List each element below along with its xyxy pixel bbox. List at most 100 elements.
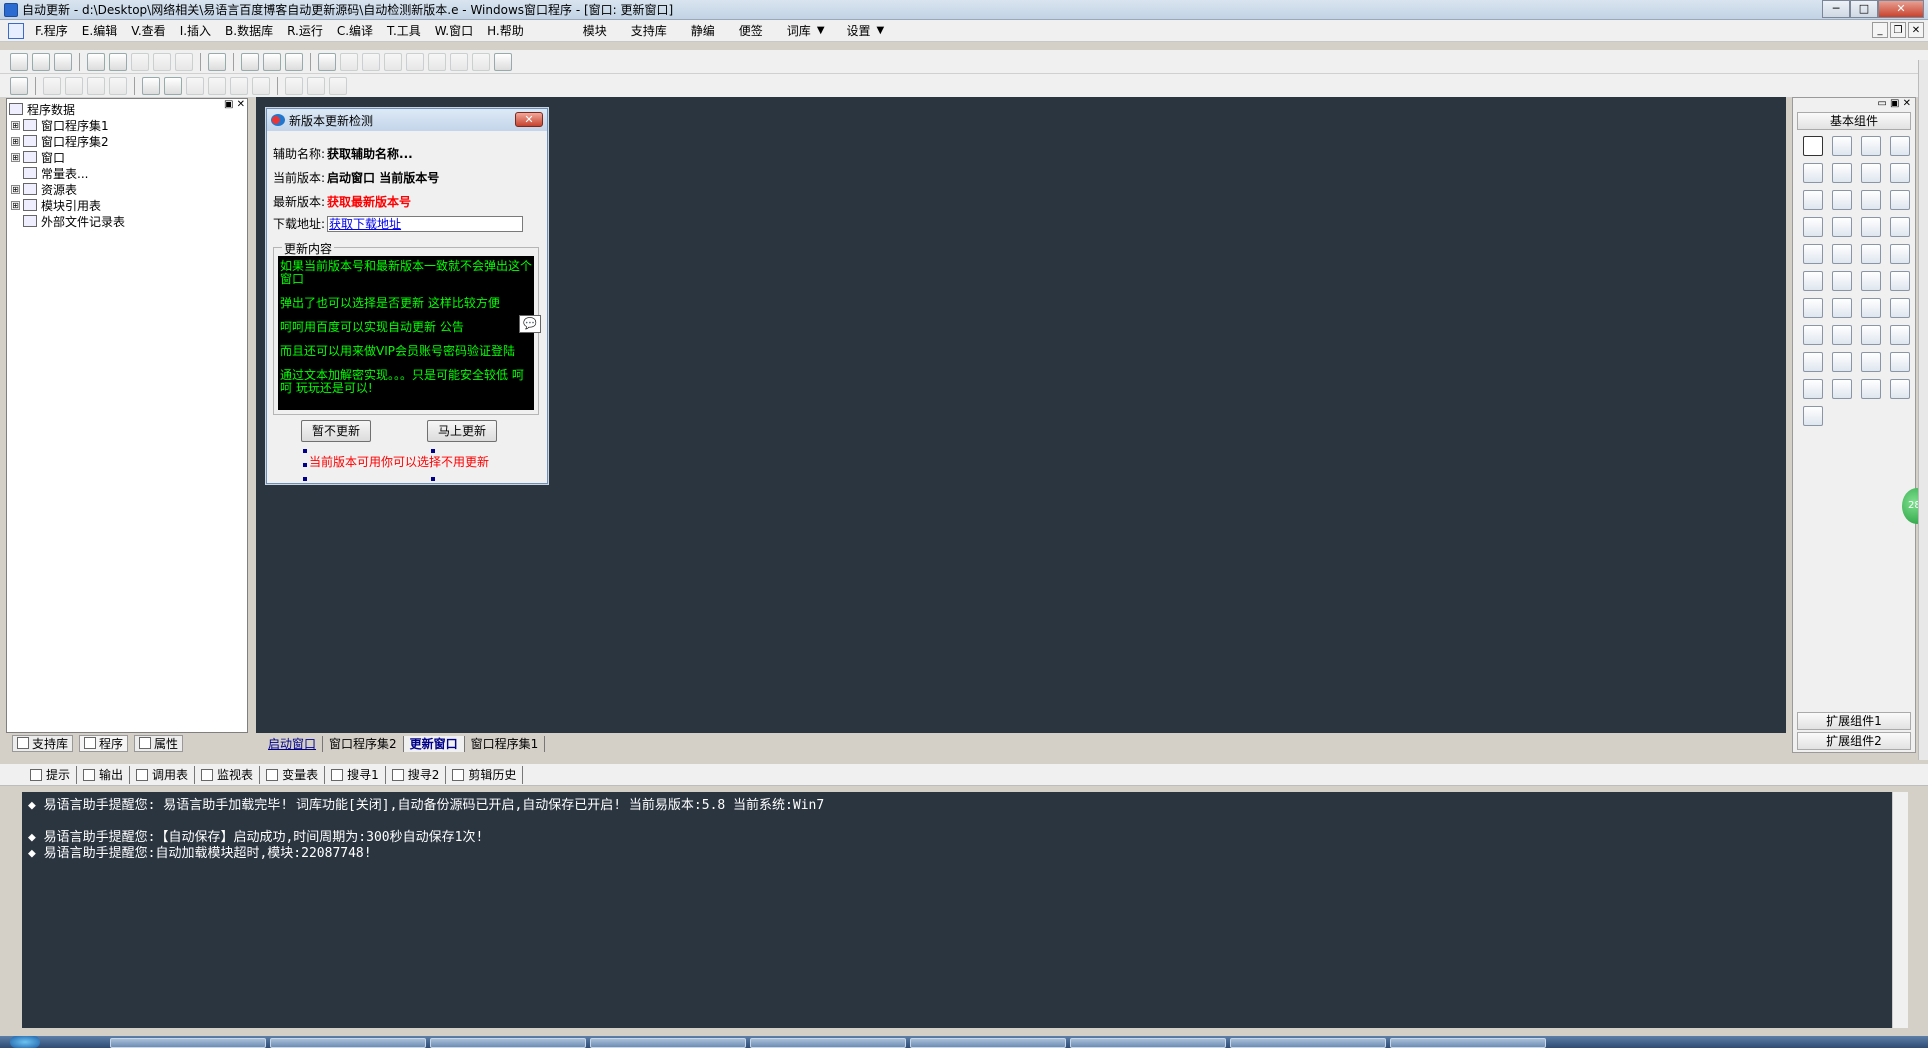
expand-icon[interactable]: ⊞ <box>11 200 20 210</box>
menu-help[interactable]: H.帮助 <box>480 22 531 39</box>
menu-insert[interactable]: I.插入 <box>173 22 218 39</box>
tree-view-icon[interactable] <box>1803 379 1823 399</box>
dialog-close-button[interactable]: ✕ <box>515 112 543 127</box>
panel-controls[interactable]: ▭ ▣ ✕ <box>1793 98 1915 112</box>
table-icon[interactable] <box>1803 271 1823 291</box>
chart-icon[interactable] <box>1861 379 1881 399</box>
combo-box-icon[interactable] <box>1890 190 1910 210</box>
tree-node-external-files[interactable]: 外部文件记录表 <box>23 213 125 229</box>
current-version-value[interactable]: 启动窗口 当前版本号 <box>327 169 439 186</box>
odbc-icon[interactable] <box>1890 379 1910 399</box>
taskbar-item[interactable] <box>270 1038 426 1048</box>
panel-icon[interactable] <box>1890 298 1910 318</box>
expand-icon[interactable]: ⊞ <box>11 184 20 194</box>
hand-icon[interactable] <box>472 52 490 71</box>
taskbar-item[interactable] <box>1390 1038 1546 1048</box>
shape-icon[interactable] <box>1890 136 1910 156</box>
pointer-icon[interactable] <box>1803 136 1823 156</box>
start-button[interactable] <box>10 1036 40 1048</box>
helper-icon[interactable] <box>494 52 512 71</box>
folder-icon[interactable] <box>1861 271 1881 291</box>
latest-version-value[interactable]: 获取最新版本号 <box>327 193 411 210</box>
mdi-minimize-button[interactable]: _ <box>1872 22 1888 38</box>
menu-module[interactable]: 模块 <box>571 22 619 39</box>
menu-window[interactable]: W.窗口 <box>428 22 480 39</box>
same-size-icon[interactable] <box>285 76 303 95</box>
new-file-icon[interactable] <box>10 52 28 71</box>
image-box-icon[interactable] <box>1861 136 1881 156</box>
list-box-icon[interactable] <box>1861 190 1881 210</box>
version-tip-label[interactable]: 当前版本可用你可以选择不用更新 <box>309 453 489 470</box>
basic-components-tab[interactable]: 基本组件 <box>1797 112 1911 130</box>
chat-bubble-icon[interactable]: 💬 <box>519 315 541 333</box>
menu-support-library[interactable]: 支持库 <box>619 22 679 39</box>
grid-icon[interactable] <box>10 76 28 95</box>
taskbar-item[interactable] <box>1230 1038 1386 1048</box>
dialog-title-bar[interactable]: 新版本更新检测 <box>267 109 547 131</box>
menu-notes[interactable]: 便签 <box>727 22 775 39</box>
menu-lexicon[interactable]: 词库 <box>775 22 823 39</box>
same-width-icon[interactable] <box>230 76 248 95</box>
update-now-button[interactable]: 马上更新 <box>427 420 497 442</box>
label-icon[interactable] <box>1832 136 1852 156</box>
cut-icon[interactable] <box>87 52 105 71</box>
menu-compile[interactable]: C.编译 <box>330 22 380 39</box>
document-icon[interactable] <box>1890 271 1910 291</box>
extension-components-2-tab[interactable]: 扩展组件2 <box>1797 732 1911 750</box>
tree-node-window-assembly-2[interactable]: ⊞ 窗口程序集2 <box>11 133 109 149</box>
tree-node-module-references[interactable]: ⊞ 模块引用表 <box>11 197 101 213</box>
taskbar-item[interactable] <box>430 1038 586 1048</box>
update-notes-textbox[interactable]: 如果当前版本号和最新版本一致就不会弹出这个窗口 弹出了也可以选择是否更新 这样比… <box>278 256 534 410</box>
menu-database[interactable]: B.数据库 <box>218 22 280 39</box>
tab-program[interactable]: 程序 <box>79 734 129 752</box>
expand-icon[interactable]: ⊞ <box>11 136 20 146</box>
paste-icon[interactable] <box>131 52 149 71</box>
breakpoint-icon[interactable] <box>450 52 468 71</box>
tree-node-constants[interactable]: 常量表... <box>23 165 88 181</box>
selection-handle[interactable] <box>431 477 435 481</box>
layout-bottom-icon[interactable] <box>263 52 281 71</box>
tab-control-icon[interactable] <box>1890 244 1910 264</box>
tab-window-assembly-2[interactable]: 窗口程序集2 <box>323 736 404 752</box>
scrollbar-icon[interactable] <box>1861 217 1881 237</box>
slider-icon[interactable] <box>1832 217 1852 237</box>
tab-output[interactable]: 输出 <box>77 765 131 784</box>
expand-icon[interactable]: ⊞ <box>11 120 20 130</box>
space-horizontal-icon[interactable] <box>186 76 204 95</box>
serial-port-icon[interactable] <box>1832 352 1852 372</box>
align-top-icon[interactable] <box>87 76 105 95</box>
checkbox-icon[interactable] <box>1803 190 1823 210</box>
taskbar-item[interactable] <box>110 1038 266 1048</box>
db-provider-icon[interactable] <box>1832 379 1852 399</box>
step-over-icon[interactable] <box>428 52 446 71</box>
tab-properties[interactable]: 属性 <box>134 734 184 752</box>
tree-node-window-assembly-1[interactable]: ⊞ 窗口程序集1 <box>11 117 109 133</box>
center-horizontal-icon[interactable] <box>142 76 160 95</box>
undo-icon[interactable] <box>153 52 171 71</box>
tab-search-2[interactable]: 搜寻2 <box>386 765 447 784</box>
same-height-icon[interactable] <box>252 76 270 95</box>
helper-name-value[interactable]: 获取辅助名称... <box>327 145 413 162</box>
menu-edit[interactable]: E.编辑 <box>75 22 124 39</box>
mdi-close-button[interactable]: ✕ <box>1908 22 1924 38</box>
settings-dropdown-icon[interactable]: ▼ <box>877 25 885 36</box>
align-right-icon[interactable] <box>65 76 83 95</box>
download-url-input[interactable]: 获取下载地址 <box>327 215 524 232</box>
calendar-icon[interactable] <box>1803 298 1823 318</box>
tab-support-library[interactable]: 支持库 <box>12 734 74 752</box>
align-left-icon[interactable] <box>43 76 61 95</box>
tree-node-resources[interactable]: ⊞ 资源表 <box>11 181 77 197</box>
tree-node-program-data[interactable]: 程序数据 <box>9 101 75 117</box>
selection-handle[interactable] <box>303 463 307 467</box>
taskbar-item[interactable] <box>1070 1038 1226 1048</box>
radio-button-icon[interactable] <box>1832 190 1852 210</box>
expand-icon[interactable]: ⊞ <box>11 152 20 162</box>
stop-icon[interactable] <box>340 52 358 71</box>
tab-watch[interactable]: 监视表 <box>195 765 261 784</box>
layout-left-icon[interactable] <box>241 52 259 71</box>
taskbar-item[interactable] <box>590 1038 746 1048</box>
lexicon-dropdown-icon[interactable]: ▼ <box>817 25 825 36</box>
frame-icon[interactable] <box>1832 244 1852 264</box>
tree-node-window[interactable]: ⊞ 窗口 <box>11 149 65 165</box>
split-icon[interactable] <box>1861 298 1881 318</box>
